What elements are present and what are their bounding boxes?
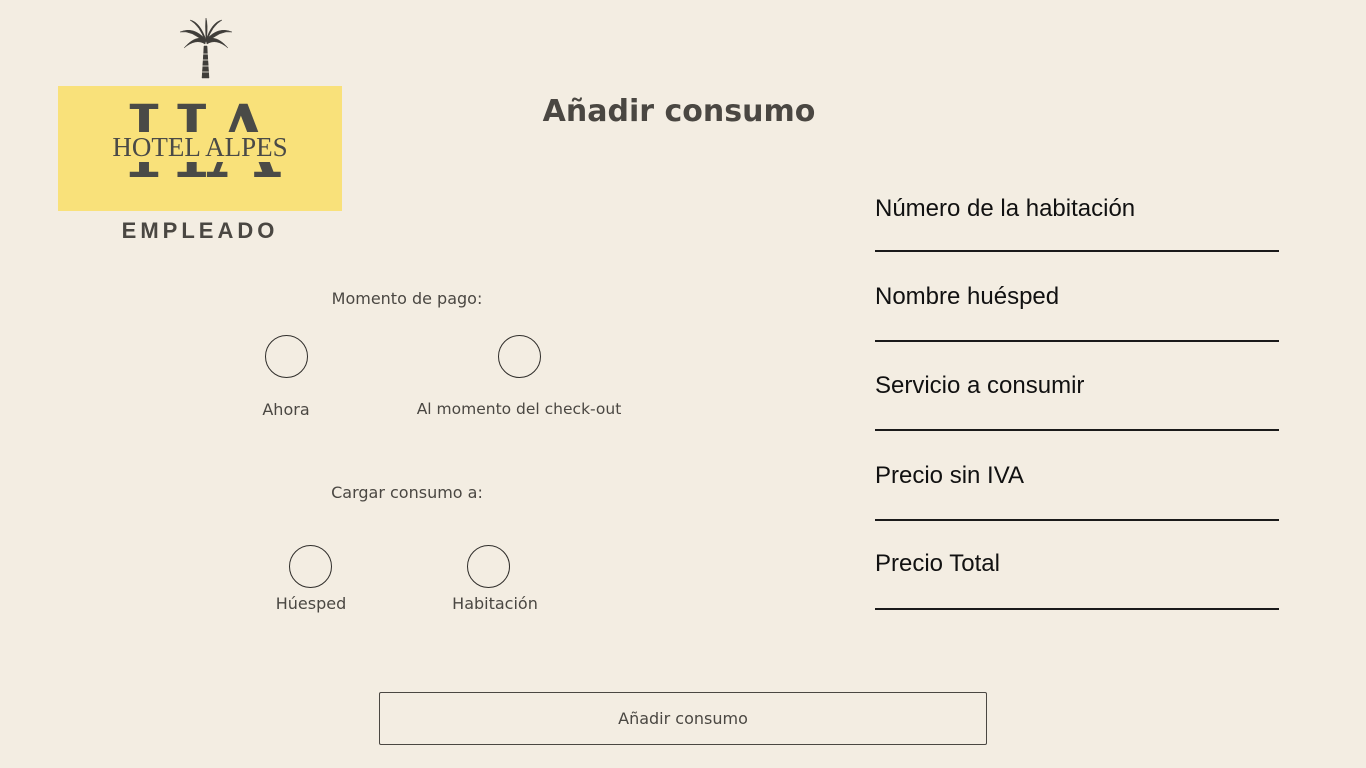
radio-habitacion-label: Habitación xyxy=(452,594,538,613)
room-number-underline xyxy=(875,250,1279,252)
guest-name-field[interactable]: Nombre huésped xyxy=(875,266,1279,342)
palm-tree-icon xyxy=(179,18,233,79)
price-no-vat-field[interactable]: Precio sin IVA xyxy=(875,445,1279,521)
service-label: Servicio a consumir xyxy=(875,372,1085,399)
radio-huesped[interactable] xyxy=(289,545,332,588)
radio-huesped-label: Húesped xyxy=(275,594,347,613)
radio-checkout-label: Al momento del check-out xyxy=(416,400,622,418)
room-number-field[interactable]: Número de la habitación xyxy=(875,176,1279,252)
add-consumption-button[interactable]: Añadir consumo xyxy=(379,692,987,745)
page-title: Añadir consumo xyxy=(542,94,816,129)
charge-to-label: Cargar consumo a: xyxy=(331,483,483,502)
total-price-underline xyxy=(875,608,1279,610)
total-price-field[interactable]: Precio Total xyxy=(875,534,1279,610)
guest-name-label: Nombre huésped xyxy=(875,283,1060,310)
hotel-logo: HA HOTEL ALPES xyxy=(58,86,342,211)
room-number-label: Número de la habitación xyxy=(875,195,1136,222)
logo-hotel-name: HOTEL ALPES xyxy=(110,132,290,162)
radio-ahora-label: Ahora xyxy=(262,400,310,419)
radio-ahora[interactable] xyxy=(265,335,308,378)
price-no-vat-underline xyxy=(875,519,1279,521)
guest-name-underline xyxy=(875,340,1279,342)
service-underline xyxy=(875,429,1279,431)
service-field[interactable]: Servicio a consumir xyxy=(875,355,1279,431)
role-label: EMPLEADO xyxy=(121,218,279,243)
total-price-label: Precio Total xyxy=(875,550,1000,577)
radio-checkout[interactable] xyxy=(498,335,541,378)
price-no-vat-label: Precio sin IVA xyxy=(875,462,1024,489)
radio-habitacion[interactable] xyxy=(467,545,510,588)
payment-moment-label: Momento de pago: xyxy=(331,289,483,308)
